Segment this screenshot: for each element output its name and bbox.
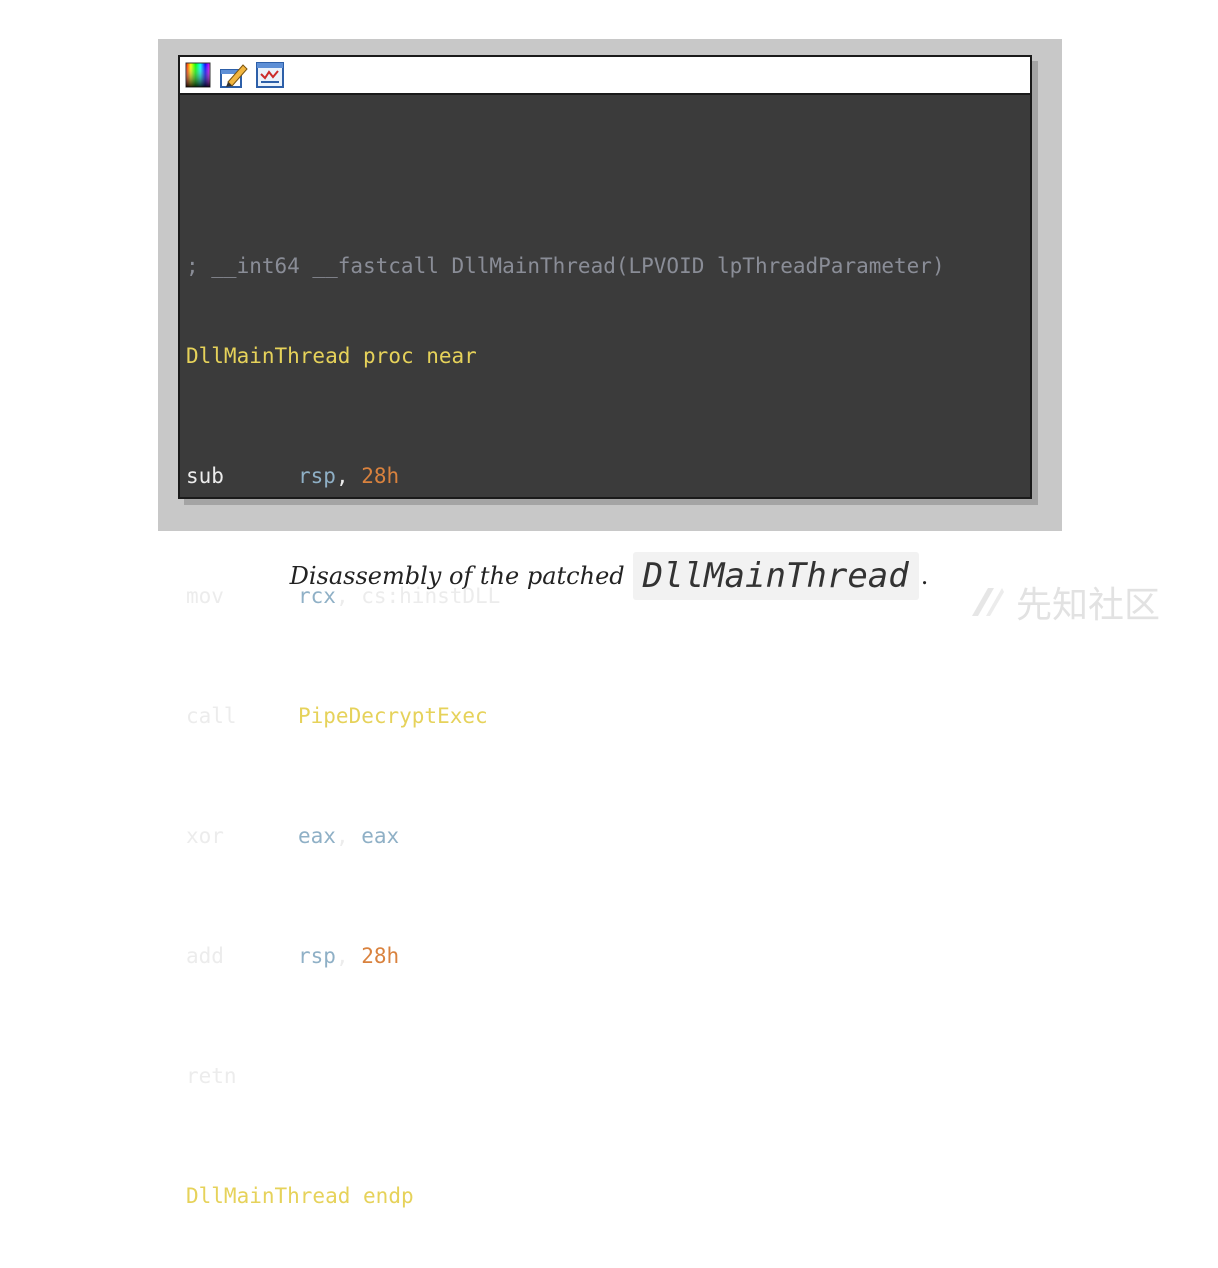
- instruction-line: call PipeDecryptExec: [186, 701, 945, 731]
- mnemonic: xor: [186, 824, 224, 848]
- endp-line: DllMainThread endp: [186, 1181, 945, 1211]
- mnemonic: retn: [186, 1064, 237, 1088]
- function-signature-comment: ; __int64 __fastcall DllMainThread(LPVOI…: [186, 254, 945, 278]
- watermark-text: 先知社区: [1016, 585, 1161, 626]
- operand-separator: ,: [335, 944, 362, 968]
- operand: 28h: [361, 944, 400, 968]
- proc-line: DllMainThread proc near: [186, 341, 945, 371]
- caption-inline-code: DllMainThread: [632, 552, 919, 600]
- operand-separator: ,: [335, 464, 362, 488]
- caption-text: Disassembly of the patched: [289, 562, 625, 590]
- instruction-line: add rsp, 28h: [186, 941, 945, 971]
- toolbar: [180, 57, 1030, 95]
- disassembly-window: ; __int64 __fastcall DllMainThread(LPVOI…: [178, 55, 1032, 1208]
- instruction-line: xor eax, eax: [186, 821, 945, 851]
- operand: rsp: [298, 944, 336, 968]
- operand: eax: [298, 824, 336, 848]
- watermark: 先知社区: [968, 580, 1208, 626]
- instruction-line: sub rsp, 28h: [186, 461, 945, 491]
- operand-separator: ,: [335, 824, 362, 848]
- color-palette-icon[interactable]: [183, 60, 213, 90]
- call-target[interactable]: PipeDecryptExec: [298, 704, 488, 728]
- proc-keyword: proc near: [363, 344, 477, 368]
- proc-label[interactable]: DllMainThread: [186, 344, 350, 368]
- endp-label[interactable]: DllMainThread: [186, 1184, 350, 1208]
- disassembly-listing: ; __int64 __fastcall DllMainThread(LPVOI…: [186, 191, 945, 1268]
- operand: 28h: [361, 464, 400, 488]
- mnemonic: sub: [186, 464, 224, 488]
- operand: rsp: [298, 464, 336, 488]
- caption-period: .: [920, 562, 929, 590]
- instruction-line: retn: [186, 1061, 945, 1091]
- mnemonic: add: [186, 944, 224, 968]
- mnemonic: call: [186, 704, 237, 728]
- edit-pen-icon[interactable]: [219, 60, 249, 90]
- graph-view-icon[interactable]: [255, 60, 285, 90]
- watermark-logo-icon: [972, 588, 1004, 616]
- operand: eax: [361, 824, 400, 848]
- endp-keyword: endp: [363, 1184, 414, 1208]
